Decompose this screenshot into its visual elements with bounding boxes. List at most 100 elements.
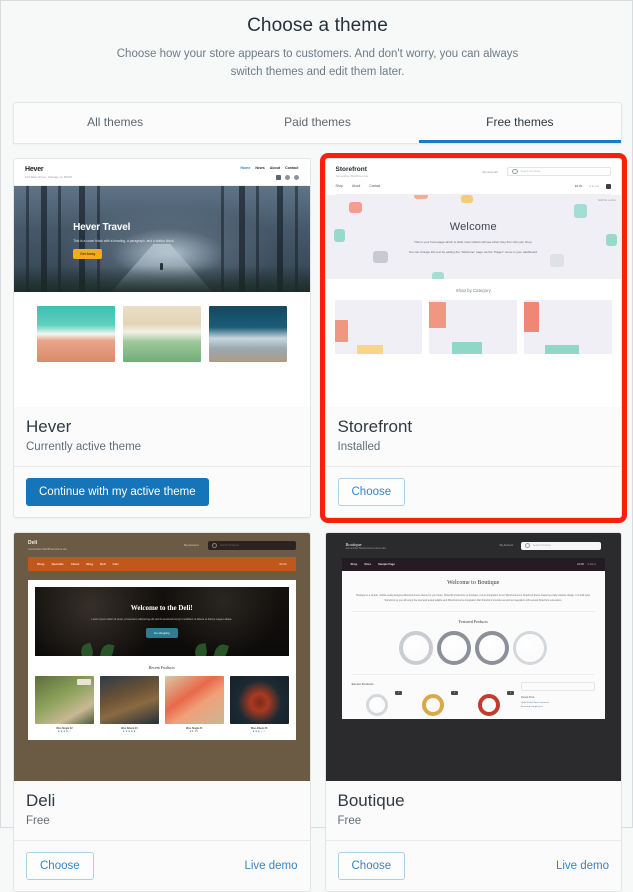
choose-button[interactable]: Choose (337, 477, 406, 506)
preview-nav-contact: Contact (285, 165, 299, 170)
preview-account-link: My Account (499, 544, 513, 548)
preview-product-ring (513, 631, 548, 666)
preview-product-price: £3.00 (189, 729, 199, 733)
preview-product-ring (475, 631, 510, 666)
tab-paid-themes[interactable]: Paid themes (216, 103, 418, 143)
preview-nav-contact: Contact (369, 184, 381, 189)
preview-cart-items: 0 items (589, 184, 599, 189)
preview-nav-home: Home (240, 165, 251, 170)
choose-button[interactable]: Choose (26, 851, 94, 880)
preview-account-link: My Account (184, 543, 199, 548)
preview-nav-sample-page: Sample Page (378, 563, 395, 567)
preview-sidebar-title: Recent Posts (521, 696, 535, 700)
theme-card-storefront[interactable]: Storefront Just another WordPress site M… (319, 152, 627, 523)
preview-search-placeholder: Search Products (520, 170, 541, 174)
preview-hero-button: Get Away (73, 248, 103, 259)
page-subtitle: Choose how your store appears to custome… (116, 48, 519, 78)
live-demo-link[interactable]: Live demo (556, 860, 609, 872)
twitter-icon (293, 174, 299, 180)
preview-cart-total: £0.00 (577, 563, 584, 567)
preview-category-tile (524, 300, 612, 355)
preview-nav-blog: Blog (86, 561, 94, 566)
preview-tagline: Just another WooCommerce Demo Site (345, 548, 387, 551)
sale-badge: £ (506, 691, 515, 696)
theme-preview-hever: Hever 123 Main Street, Chicago, IL 60007… (14, 158, 310, 407)
theme-actions: Choose (325, 465, 621, 517)
preview-search-placeholder: Search Products (219, 543, 239, 547)
tab-free-themes[interactable]: Free themes (418, 103, 621, 143)
preview-cart-total: £0.00 (574, 184, 583, 189)
theme-name: Storefront (337, 416, 413, 436)
preview-cart-total: £0.00 (279, 561, 287, 566)
live-demo-link[interactable]: Live demo (244, 860, 297, 872)
theme-meta: Deli Free (14, 780, 310, 840)
instagram-icon (284, 174, 290, 180)
preview-nav-about: About (70, 561, 80, 566)
sale-badge: £ (451, 691, 459, 696)
preview-address: 123 Main Street, Chicago, IL 60007 (25, 174, 73, 179)
preview-account-link: My Account (482, 169, 498, 174)
preview-search-box: Search Products (521, 541, 601, 550)
theme-actions: Choose Live demo (325, 839, 621, 891)
theme-card-boutique[interactable]: Boutique Just another WooCommerce Demo S… (324, 531, 622, 892)
preview-product: £ (463, 691, 515, 719)
preview-hero-line2: You can change this text by editing the … (408, 249, 538, 254)
sale-badge: £ (395, 691, 403, 696)
continue-active-theme-button[interactable]: Continue with my active theme (26, 477, 209, 506)
preview-recent-title: Recent Products (351, 682, 374, 687)
preview-product: £ (407, 691, 459, 719)
preview-gallery-image (122, 305, 201, 362)
preview-sidebar-item: A second sample post (521, 706, 543, 709)
preview-nav-shop: Shop (350, 563, 358, 567)
theme-chooser-page: Choose a theme Choose how your store app… (1, 1, 633, 892)
preview-product-ring (437, 631, 472, 666)
theme-meta: Boutique Free (325, 780, 621, 840)
preview-product: £ (352, 691, 403, 719)
preview-hero-text: Lorem ipsum dolor sit amet, consectetur … (91, 617, 233, 621)
theme-card-deli[interactable]: Deli Just another WordPress Demo site My… (13, 531, 311, 892)
page-header: Choose a theme Choose how your store app… (13, 1, 622, 88)
preview-gallery-image (208, 305, 287, 362)
theme-preview-storefront: Storefront Just another WordPress site M… (325, 158, 621, 407)
preview-nav-shop: Shop (37, 561, 45, 566)
preview-nav-shop: Shop (335, 184, 343, 189)
choose-button[interactable]: Choose (337, 851, 406, 880)
preview-product-rating: ★★★★★ (122, 729, 137, 733)
preview-product-rating: ★★★★☆ (57, 729, 72, 733)
preview-nav-deli: Deli (100, 561, 106, 566)
theme-status: Free (26, 814, 50, 827)
preview-product: Woo Single #1 £3.00 (164, 675, 224, 733)
page-title: Choose a theme (247, 15, 388, 36)
preview-hero-title: Welcome (449, 220, 497, 233)
preview-cart-items: 0 items (587, 563, 596, 567)
preview-search-placeholder: Search Products (533, 544, 551, 548)
theme-meta: Storefront Installed (325, 406, 621, 466)
preview-category-tile (429, 300, 518, 355)
preview-nav-news: News (255, 165, 265, 170)
tab-all-themes[interactable]: All themes (14, 103, 216, 143)
preview-category-tile (334, 300, 423, 355)
preview-nav-cart: Cart (112, 561, 119, 566)
preview-brand: Deli (28, 539, 38, 546)
theme-card-hever[interactable]: Hever 123 Main Street, Chicago, IL 60007… (13, 157, 311, 518)
preview-nav-specials: Specials (51, 561, 64, 566)
preview-tagline: Just another WordPress Demo site (28, 547, 67, 551)
search-icon (525, 543, 530, 549)
preview-sidebar-search (521, 682, 595, 692)
theme-name: Boutique (337, 790, 405, 810)
theme-preview-deli: Deli Just another WordPress Demo site My… (14, 532, 310, 781)
preview-tagline: Just another WordPress site (335, 174, 369, 178)
theme-filter-tabs: All themes Paid themes Free themes (13, 101, 622, 144)
theme-actions: Choose Live demo (14, 839, 310, 891)
preview-edit-section-label: Edit this section (598, 199, 616, 203)
preview-hero-line1: This is your homepage which is what most… (414, 239, 533, 244)
theme-meta: Hever Currently active theme (14, 406, 310, 466)
preview-product: Woo Album #4 ★★★★★ (99, 675, 159, 733)
sale-badge (76, 678, 91, 685)
theme-name: Deli (26, 790, 56, 810)
preview-nav-about: About (351, 184, 361, 189)
search-icon (211, 542, 217, 548)
preview-gallery-image (36, 305, 115, 362)
cart-bag-icon (606, 183, 611, 190)
preview-search-box: Search Products (207, 540, 296, 550)
